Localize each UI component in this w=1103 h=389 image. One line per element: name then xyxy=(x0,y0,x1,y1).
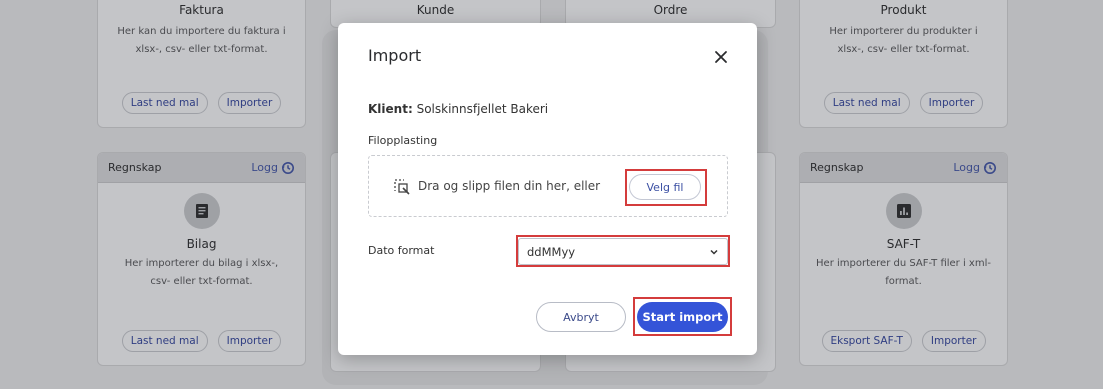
download-template-button[interactable]: Last ned mal xyxy=(121,330,208,352)
highlight-date-format xyxy=(516,235,730,267)
card-title: Bilag xyxy=(186,237,217,251)
highlight-choose-file xyxy=(625,169,707,206)
import-button[interactable]: Importer xyxy=(217,330,282,352)
download-template-button[interactable]: Last ned mal xyxy=(121,92,208,114)
cancel-button[interactable]: Avbryt xyxy=(536,302,626,332)
history-icon xyxy=(983,161,996,174)
modal-title: Import xyxy=(368,46,422,65)
bilag-card: Regnskap Logg Bilag Her importerer du bi… xyxy=(97,152,306,366)
saft-card: Regnskap Logg SAF-T Her importerer du SA… xyxy=(799,152,1008,366)
dropzone-text: Dra og slipp filen din her, eller xyxy=(418,179,601,193)
faktura-card: Faktura Her kan du importere du faktura … xyxy=(97,0,306,128)
export-saft-button[interactable]: Eksport SAF-T xyxy=(821,330,912,352)
highlight-start-import xyxy=(633,297,732,336)
card-title: Faktura xyxy=(179,3,224,17)
card-title: Ordre xyxy=(653,3,688,17)
drag-drop-icon xyxy=(394,179,410,195)
card-title: Produkt xyxy=(880,3,927,17)
log-label: Logg xyxy=(251,161,278,174)
client-name: Solskinnsfjellet Bakeri xyxy=(416,102,549,116)
card-title: SAF-T xyxy=(886,237,921,251)
upload-label: Filopplasting xyxy=(368,134,438,147)
client-info: Klient: Solskinnsfjellet Bakeri xyxy=(368,102,548,116)
log-label: Logg xyxy=(953,161,980,174)
card-description: Her importerer du SAF-T filer i xml-form… xyxy=(816,258,991,287)
import-modal: Import Klient: Solskinnsfjellet Bakeri F… xyxy=(338,23,757,355)
produkt-card: Produkt Her importerer du produkter i xl… xyxy=(799,0,1008,128)
import-button[interactable]: Importer xyxy=(919,92,984,114)
close-icon[interactable] xyxy=(712,48,730,66)
card-description: Her kan du importere du faktura i xlsx-,… xyxy=(117,26,286,55)
log-link[interactable]: Logg xyxy=(953,161,997,175)
card-description: Her importerer du produkter i xlsx-, csv… xyxy=(829,26,978,55)
log-link[interactable]: Logg xyxy=(251,161,295,175)
receipt-icon xyxy=(183,193,220,229)
card-category: Regnskap xyxy=(108,161,162,174)
card-title: Kunde xyxy=(416,3,455,17)
import-button[interactable]: Importer xyxy=(921,330,986,352)
chart-icon xyxy=(885,193,922,229)
date-format-label: Dato format xyxy=(368,244,435,257)
file-dropzone[interactable]: Dra og slipp filen din her, eller Velg f… xyxy=(368,155,728,217)
import-button[interactable]: Importer xyxy=(217,92,282,114)
history-icon xyxy=(281,161,294,174)
card-category: Regnskap xyxy=(810,161,864,174)
client-label: Klient: xyxy=(368,102,413,116)
card-description: Her importerer du bilag i xlsx-, csv- el… xyxy=(124,258,279,287)
download-template-button[interactable]: Last ned mal xyxy=(823,92,910,114)
